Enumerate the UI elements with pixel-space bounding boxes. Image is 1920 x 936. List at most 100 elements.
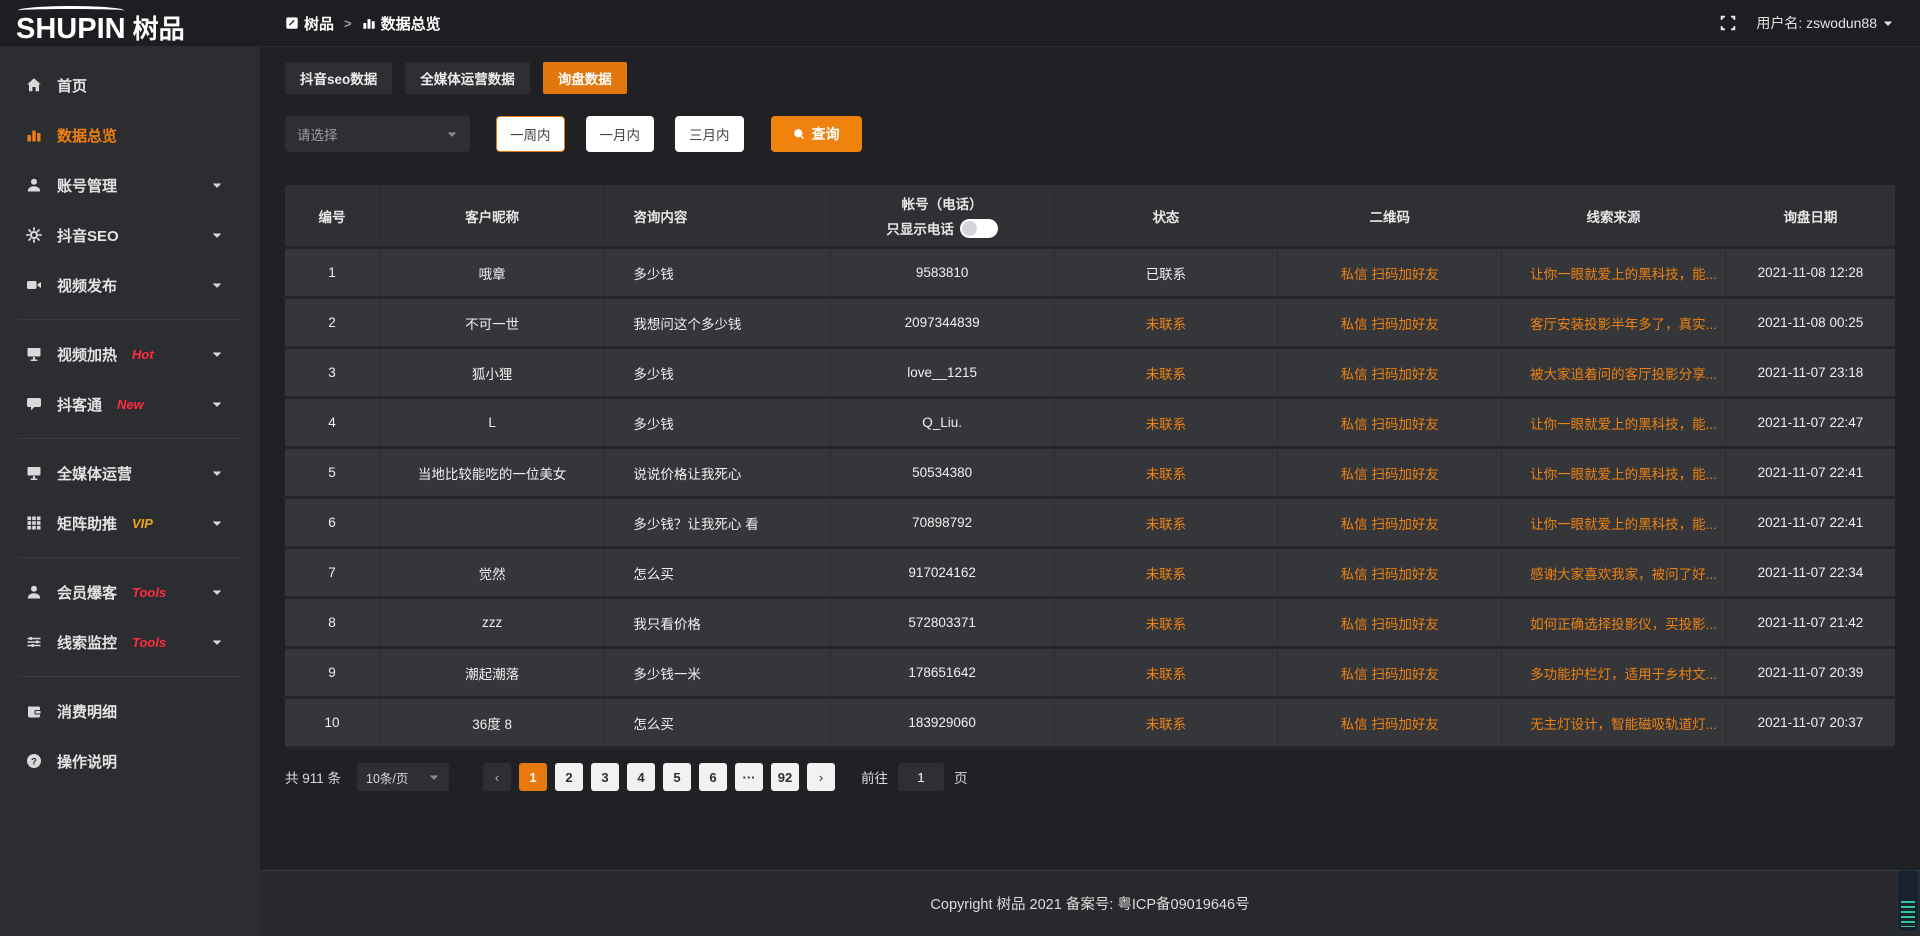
query-button[interactable]: 查询 bbox=[771, 116, 862, 152]
source-link[interactable]: 多功能护栏灯，适用于乡村文... bbox=[1530, 667, 1717, 682]
phone-only-toggle[interactable] bbox=[960, 219, 998, 238]
cell-nickname: 觉然 bbox=[380, 549, 605, 599]
pagination: 共 911 条 10条/页 ‹ 123456···92 › 前往 页 bbox=[285, 763, 1895, 791]
cell-id: 9 bbox=[285, 649, 380, 699]
chevron-down-icon bbox=[209, 634, 225, 650]
sidebar-item-6[interactable]: 抖客通New bbox=[0, 379, 260, 429]
page-ellipsis-button[interactable]: ··· bbox=[735, 763, 763, 791]
breadcrumb: 树品 > 数据总览 bbox=[285, 13, 441, 34]
chevron-down-icon bbox=[209, 177, 225, 193]
chevron-down-icon bbox=[209, 346, 225, 362]
range-week-button[interactable]: 一周内 bbox=[496, 116, 565, 152]
status-badge: 未联系 bbox=[1146, 567, 1187, 582]
page-button-3[interactable]: 3 bbox=[591, 763, 619, 791]
sidebar-item-label: 账号管理 bbox=[57, 175, 117, 196]
query-label: 查询 bbox=[812, 124, 840, 144]
tab-douyin-seo[interactable]: 抖音seo数据 bbox=[285, 62, 392, 94]
cell-qrcode: 私信 扫码加好友 bbox=[1278, 349, 1502, 399]
cell-date: 2021-11-07 22:47 bbox=[1726, 399, 1895, 449]
doc-icon bbox=[285, 16, 299, 30]
source-link[interactable]: 客厅安装投影半年多了，真实... bbox=[1530, 317, 1717, 332]
sidebar-item-8[interactable]: 矩阵助推VIP bbox=[0, 498, 260, 548]
header-id: 编号 bbox=[285, 185, 380, 249]
goto-unit: 页 bbox=[954, 767, 968, 787]
cell-content: 多少钱 bbox=[605, 249, 830, 299]
pager-pages: 123456 ··· 92 bbox=[519, 763, 799, 791]
cell-content: 说说价格让我死心 bbox=[605, 449, 830, 499]
sidebar-item-4[interactable]: 视频发布 bbox=[0, 260, 260, 310]
range-month-button[interactable]: 一月内 bbox=[586, 116, 655, 152]
sidebar-item-9[interactable]: 会员爆客Tools bbox=[0, 567, 260, 617]
source-link[interactable]: 无主灯设计，智能磁吸轨道灯... bbox=[1530, 717, 1717, 732]
cell-account: 9583810 bbox=[831, 249, 1055, 299]
cell-source: 无主灯设计，智能磁吸轨道灯... bbox=[1502, 699, 1726, 749]
qrcode-link[interactable]: 私信 扫码加好友 bbox=[1341, 417, 1439, 432]
source-link[interactable]: 让你一眼就爱上的黑科技，能... bbox=[1530, 267, 1717, 282]
mini-monitor-widget[interactable] bbox=[1897, 870, 1919, 932]
qrcode-link[interactable]: 私信 扫码加好友 bbox=[1341, 317, 1439, 332]
cell-status: 未联系 bbox=[1055, 549, 1279, 599]
source-link[interactable]: 如何正确选择投影仪，买投影... bbox=[1530, 617, 1717, 632]
cell-date: 2021-11-08 12:28 bbox=[1726, 249, 1895, 299]
tab-inquiry[interactable]: 询盘数据 bbox=[543, 62, 627, 94]
cell-nickname: 36度 8 bbox=[380, 699, 605, 749]
status-badge: 未联系 bbox=[1146, 517, 1187, 532]
sidebar-item-2[interactable]: 账号管理 bbox=[0, 160, 260, 210]
cell-content: 多少钱？让我死心 看 bbox=[605, 499, 830, 549]
account-select[interactable]: 请选择 bbox=[285, 116, 470, 152]
sidebar-item-12[interactable]: ?操作说明 bbox=[0, 736, 260, 786]
source-link[interactable]: 让你一眼就爱上的黑科技，能... bbox=[1530, 517, 1717, 532]
sidebar-item-1[interactable]: 数据总览 bbox=[0, 110, 260, 160]
user-menu[interactable]: 用户名: zswodun88 bbox=[1756, 13, 1894, 33]
source-link[interactable]: 让你一眼就爱上的黑科技，能... bbox=[1530, 467, 1717, 482]
cell-qrcode: 私信 扫码加好友 bbox=[1278, 449, 1502, 499]
sidebar-item-11[interactable]: 消费明细 bbox=[0, 686, 260, 736]
sidebar-item-0[interactable]: 首页 bbox=[0, 60, 260, 110]
qrcode-link[interactable]: 私信 扫码加好友 bbox=[1341, 617, 1439, 632]
page-button-4[interactable]: 4 bbox=[627, 763, 655, 791]
grid-icon bbox=[26, 515, 42, 531]
source-link[interactable]: 感谢大家喜欢我家，被问了好... bbox=[1530, 567, 1717, 582]
cell-qrcode: 私信 扫码加好友 bbox=[1278, 599, 1502, 649]
sidebar-badge: Hot bbox=[132, 347, 154, 362]
page-button-5[interactable]: 5 bbox=[663, 763, 691, 791]
breadcrumb-item-home[interactable]: 树品 bbox=[285, 13, 334, 34]
page-button-2[interactable]: 2 bbox=[555, 763, 583, 791]
header-content: 咨询内容 bbox=[605, 185, 830, 249]
qrcode-link[interactable]: 私信 扫码加好友 bbox=[1341, 667, 1439, 682]
page-button-92[interactable]: 92 bbox=[771, 763, 799, 791]
page-size-select[interactable]: 10条/页 bbox=[357, 763, 449, 791]
source-link[interactable]: 被大家追着问的客厅投影分享... bbox=[1530, 367, 1717, 382]
goto-label: 前往 bbox=[861, 767, 888, 787]
prev-page-button[interactable]: ‹ bbox=[483, 763, 511, 791]
main-content: 抖音seo数据 全媒体运营数据 询盘数据 请选择 一周内 一月内 三月内 查询 … bbox=[260, 47, 1920, 936]
sidebar-item-7[interactable]: 全媒体运营 bbox=[0, 448, 260, 498]
qrcode-link[interactable]: 私信 扫码加好友 bbox=[1341, 267, 1439, 282]
sidebar-item-label: 全媒体运营 bbox=[57, 463, 132, 484]
cell-account: 572803371 bbox=[831, 599, 1055, 649]
qrcode-link[interactable]: 私信 扫码加好友 bbox=[1341, 717, 1439, 732]
next-page-button[interactable]: › bbox=[807, 763, 835, 791]
qrcode-link[interactable]: 私信 扫码加好友 bbox=[1341, 467, 1439, 482]
select-placeholder: 请选择 bbox=[297, 124, 338, 144]
fullscreen-icon[interactable] bbox=[1720, 15, 1736, 31]
cell-id: 10 bbox=[285, 699, 380, 749]
status-badge: 未联系 bbox=[1146, 617, 1187, 632]
breadcrumb-item-current[interactable]: 数据总览 bbox=[362, 13, 441, 34]
video-icon bbox=[26, 277, 42, 293]
goto-page-input[interactable] bbox=[898, 763, 944, 791]
phone-toggle-label: 只显示电话 bbox=[886, 218, 954, 238]
cell-account: love__1215 bbox=[831, 349, 1055, 399]
range-quarter-button[interactable]: 三月内 bbox=[675, 116, 744, 152]
tab-media-ops[interactable]: 全媒体运营数据 bbox=[405, 62, 530, 94]
sidebar-item-5[interactable]: 视频加热Hot bbox=[0, 329, 260, 379]
sidebar-item-3[interactable]: 抖音SEO bbox=[0, 210, 260, 260]
sidebar-item-10[interactable]: 线索监控Tools bbox=[0, 617, 260, 667]
qrcode-link[interactable]: 私信 扫码加好友 bbox=[1341, 567, 1439, 582]
source-link[interactable]: 让你一眼就爱上的黑科技，能... bbox=[1530, 417, 1717, 432]
page-button-1[interactable]: 1 bbox=[519, 763, 547, 791]
page-button-6[interactable]: 6 bbox=[699, 763, 727, 791]
qrcode-link[interactable]: 私信 扫码加好友 bbox=[1341, 367, 1439, 382]
sidebar: 首页数据总览账号管理抖音SEO视频发布视频加热Hot抖客通New 全媒体运营矩阵助… bbox=[0, 47, 260, 936]
qrcode-link[interactable]: 私信 扫码加好友 bbox=[1341, 517, 1439, 532]
